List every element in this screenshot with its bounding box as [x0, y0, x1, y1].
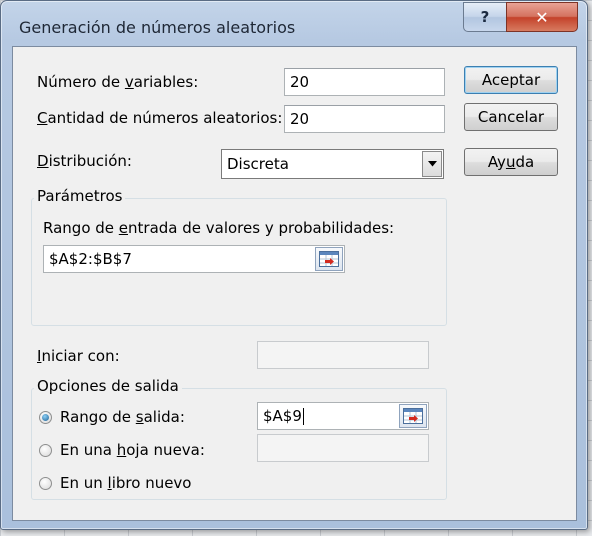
parametros-title: Parámetros [34, 187, 126, 205]
distribucion-select[interactable]: Discreta [221, 149, 444, 179]
radio-unselected-icon [39, 443, 52, 457]
close-icon: ✕ [535, 7, 549, 27]
dropdown-arrow-icon[interactable] [422, 151, 442, 177]
rango-entrada-input[interactable]: $A$2:$B$7 [43, 245, 345, 273]
num-variables-label: Número de variables: [37, 73, 199, 91]
distribucion-value: Discreta [227, 155, 289, 173]
cancelar-button[interactable]: Cancelar [464, 103, 558, 131]
radio-libro-nuevo[interactable]: En un libro nuevo [39, 474, 192, 492]
libro-nuevo-label: En un libro nuevo [60, 474, 192, 492]
cantidad-label: Cantidad de números aleatorios: [37, 109, 283, 127]
range-select-icon [403, 408, 423, 424]
range-select-icon [319, 251, 339, 267]
distribucion-label: Distribución: [37, 152, 132, 170]
radio-selected-icon [39, 410, 52, 424]
collapse-dialog-button-salida[interactable] [399, 404, 427, 428]
dialog-title: Generación de números aleatorios [19, 18, 296, 37]
cantidad-input[interactable]: 20 [284, 105, 445, 133]
question-mark-icon: ? [480, 8, 490, 26]
rango-entrada-value: $A$2:$B$7 [49, 250, 132, 268]
hoja-nueva-label: En una hoja nueva: [60, 441, 205, 459]
collapse-dialog-button[interactable] [315, 247, 343, 271]
radio-hoja-nueva[interactable]: En una hoja nueva: [39, 441, 205, 459]
close-title-button[interactable]: ✕ [506, 2, 578, 32]
opciones-salida-title: Opciones de salida [34, 377, 182, 395]
dialog-window: Generación de números aleatorios ? ✕ Núm… [0, 0, 588, 530]
text-cursor [302, 408, 304, 425]
ayuda-button[interactable]: Ay u da [464, 148, 558, 176]
iniciar-label: Iniciar con: [37, 347, 120, 365]
radio-rango-salida[interactable]: Rango de salida: [39, 408, 185, 426]
hoja-nueva-input[interactable] [257, 434, 429, 462]
radio-unselected-icon [39, 476, 52, 490]
rango-salida-input[interactable]: $A$9 [257, 402, 429, 430]
help-title-button[interactable]: ? [463, 2, 507, 32]
iniciar-input[interactable] [257, 341, 429, 369]
rango-salida-value: $A$9 [263, 407, 302, 425]
rango-entrada-label: Rango de entrada de valores y probabilid… [43, 219, 395, 237]
dialog-body: Número de variables: 20 Cantidad de núme… [12, 46, 577, 521]
aceptar-button[interactable]: Aceptar [464, 66, 558, 94]
num-variables-input[interactable]: 20 [284, 68, 445, 96]
rango-salida-label: Rango de salida: [60, 408, 185, 426]
